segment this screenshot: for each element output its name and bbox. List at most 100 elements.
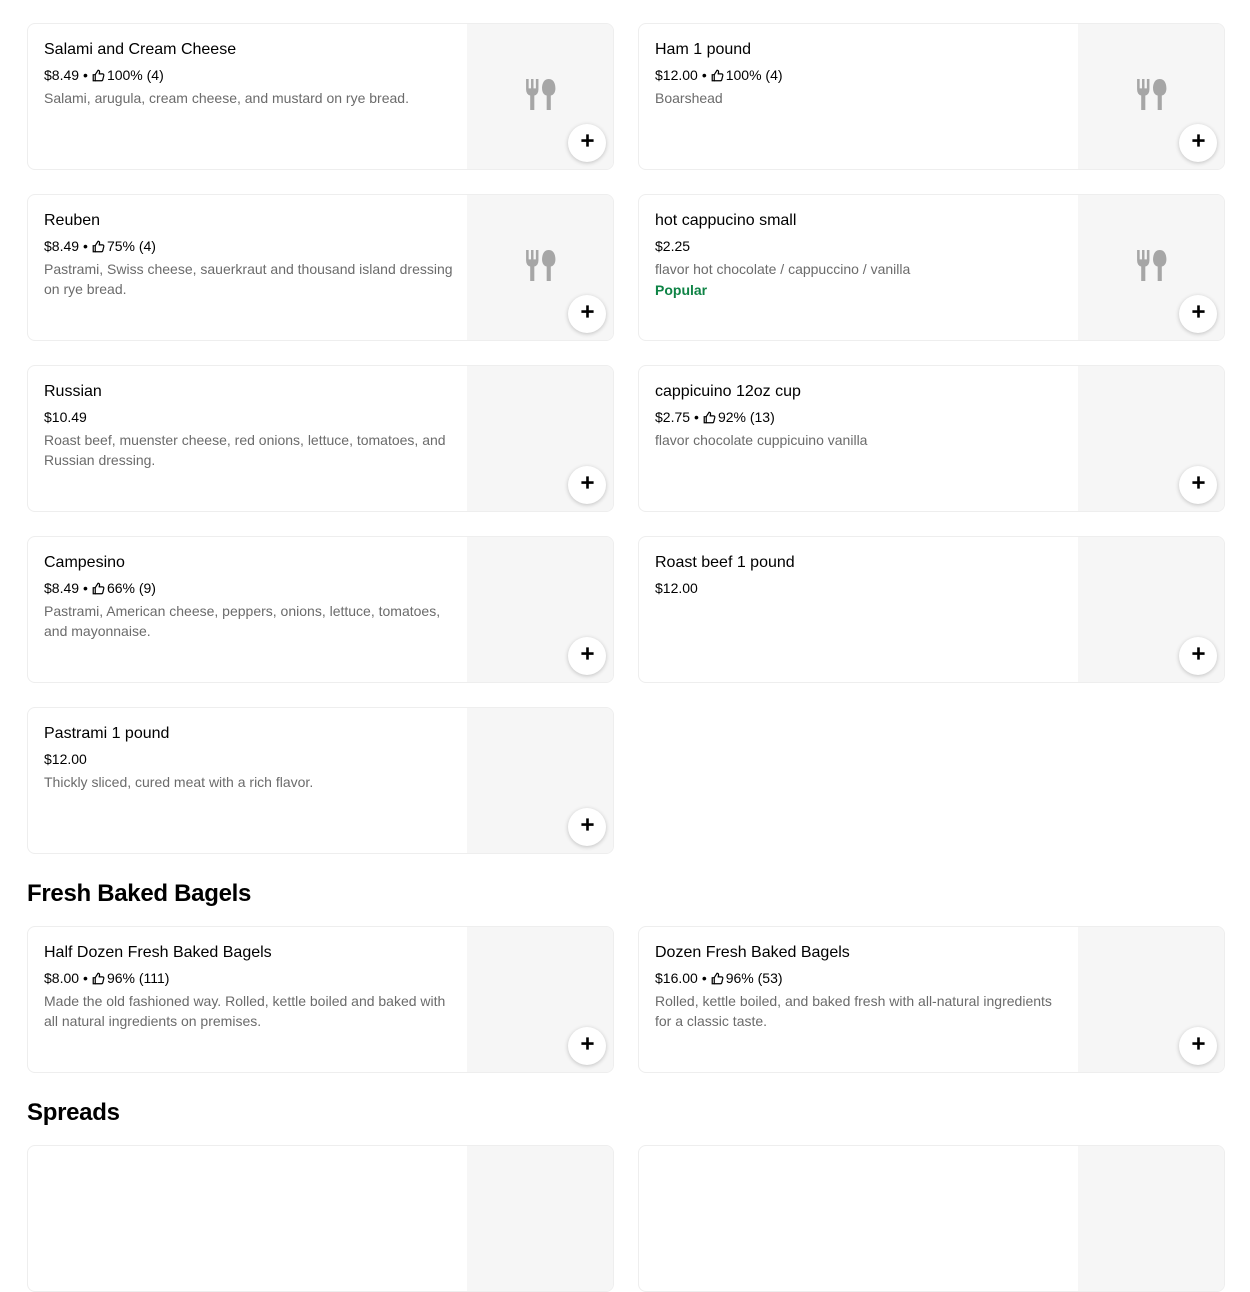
plus-icon <box>1191 1036 1206 1056</box>
item-title: cappicuino 12oz cup <box>655 383 801 400</box>
fork-knife-icon <box>1135 248 1168 288</box>
item-price: $8.49 <box>44 67 80 83</box>
menu-item-card[interactable]: Russian $10.49 Roast beef, muenster chee… <box>27 365 614 512</box>
plus-icon <box>580 304 595 324</box>
menu-item-card[interactable]: cappicuino 12oz cup $2.75 • 92% (13) fla… <box>638 365 1225 512</box>
item-rating: 96% (111) <box>106 970 170 986</box>
add-to-cart-button[interactable] <box>568 637 606 675</box>
menu-item-card[interactable]: Salami and Cream Cheese $8.49 • 100% (4)… <box>27 23 614 170</box>
item-description: Pastrami, American cheese, peppers, onio… <box>44 603 441 639</box>
add-to-cart-button[interactable] <box>568 808 606 846</box>
section-heading-spreads: Spreads <box>27 1099 120 1126</box>
item-price: $12.00 <box>44 751 87 767</box>
add-to-cart-button[interactable] <box>1179 295 1217 333</box>
add-to-cart-button[interactable] <box>1179 124 1217 162</box>
bagels-item-grid: Half Dozen Fresh Baked Bagels $8.00 • 96… <box>27 926 1225 1073</box>
menu-item-card[interactable] <box>638 1145 1225 1292</box>
item-title: Reuben <box>44 212 101 229</box>
item-meta: $8.49 • 100% (4) <box>44 67 164 83</box>
item-price: $2.75 <box>655 409 691 425</box>
thumbs-up-icon <box>92 240 105 253</box>
item-title: hot cappucino small <box>655 212 797 229</box>
item-description: flavor chocolate cuppicuino vanilla <box>655 432 868 448</box>
item-rating: 100% (4) <box>106 67 164 83</box>
add-to-cart-button[interactable] <box>1179 1027 1217 1065</box>
item-meta: $12.00 <box>44 750 454 768</box>
item-title: Salami and Cream Cheese <box>44 41 237 58</box>
item-meta: $8.49 • 75% (4) <box>44 238 156 254</box>
item-price: $16.00 <box>655 970 698 986</box>
plus-icon <box>580 817 595 837</box>
thumbs-up-icon <box>711 69 724 82</box>
thumbs-up-icon <box>711 972 724 985</box>
item-price: $10.49 <box>44 409 87 425</box>
item-meta: $8.00 • 96% (111) <box>44 970 170 986</box>
item-meta: $10.49 <box>44 408 454 426</box>
fork-knife-icon <box>524 248 557 288</box>
section-heading-bagels: Fresh Baked Bagels <box>27 880 252 907</box>
item-description: Boarshead <box>655 90 723 106</box>
item-description: flavor hot chocolate / cappuccino / vani… <box>655 261 911 277</box>
fork-knife-icon <box>524 77 557 117</box>
add-to-cart-button[interactable] <box>568 466 606 504</box>
item-description: Made the old fashioned way. Rolled, kett… <box>44 993 446 1029</box>
item-title: Russian <box>44 383 102 400</box>
plus-icon <box>1191 304 1206 324</box>
add-to-cart-button[interactable] <box>568 1027 606 1065</box>
item-title: Roast beef 1 pound <box>655 554 795 571</box>
menu-item-grid: Salami and Cream Cheese $8.49 • 100% (4)… <box>27 23 1225 854</box>
item-meta: $12.00 <box>655 579 1065 597</box>
plus-icon <box>580 1036 595 1056</box>
plus-icon <box>1191 133 1206 153</box>
item-description: Roast beef, muenster cheese, red onions,… <box>44 432 446 468</box>
menu-item-card[interactable]: Dozen Fresh Baked Bagels $16.00 • 96% (5… <box>638 926 1225 1073</box>
menu-item-card[interactable]: Ham 1 pound $12.00 • 100% (4) Boarshead <box>638 23 1225 170</box>
add-to-cart-button[interactable] <box>1179 466 1217 504</box>
item-rating: 100% (4) <box>725 67 783 83</box>
menu-item-card[interactable]: Half Dozen Fresh Baked Bagels $8.00 • 96… <box>27 926 614 1073</box>
plus-icon <box>1191 475 1206 495</box>
item-description: Salami, arugula, cream cheese, and musta… <box>44 90 409 106</box>
menu-item-card[interactable]: Pastrami 1 pound $12.00 Thickly sliced, … <box>27 707 614 854</box>
item-rating: 66% (9) <box>106 580 156 596</box>
item-meta: $8.49 • 66% (9) <box>44 580 156 596</box>
thumbs-up-icon <box>92 972 105 985</box>
menu-item-card[interactable] <box>27 1145 614 1292</box>
item-meta: $2.25 <box>655 237 1065 255</box>
thumbs-up-icon <box>703 411 716 424</box>
item-description: Rolled, kettle boiled, and baked fresh w… <box>655 993 1052 1029</box>
item-price: $8.00 <box>44 970 80 986</box>
add-to-cart-button[interactable] <box>1179 637 1217 675</box>
add-to-cart-button[interactable] <box>568 124 606 162</box>
item-image-placeholder <box>467 1146 613 1291</box>
item-price: $12.00 <box>655 580 698 596</box>
item-title: Half Dozen Fresh Baked Bagels <box>44 944 272 961</box>
thumbs-up-icon <box>92 69 105 82</box>
item-title: Campesino <box>44 554 125 571</box>
plus-icon <box>580 133 595 153</box>
menu-item-card[interactable]: Reuben $8.49 • 75% (4) Pastrami, Swiss c… <box>27 194 614 341</box>
item-description: Thickly sliced, cured meat with a rich f… <box>44 774 314 790</box>
fork-knife-icon <box>1135 77 1168 117</box>
menu-item-card[interactable]: Campesino $8.49 • 66% (9) Pastrami, Amer… <box>27 536 614 683</box>
plus-icon <box>580 646 595 666</box>
spreads-item-grid <box>27 1145 1225 1292</box>
plus-icon <box>1191 646 1206 666</box>
item-description: Pastrami, Swiss cheese, sauerkraut and t… <box>44 261 453 297</box>
plus-icon <box>580 475 595 495</box>
item-title: Pastrami 1 pound <box>44 725 170 742</box>
add-to-cart-button[interactable] <box>568 295 606 333</box>
menu-item-card[interactable]: hot cappucino small $2.25 flavor hot cho… <box>638 194 1225 341</box>
item-image-placeholder <box>1078 1146 1224 1291</box>
item-rating: 92% (13) <box>717 409 775 425</box>
thumbs-up-icon <box>92 582 105 595</box>
item-meta: $2.75 • 92% (13) <box>655 409 775 425</box>
item-price: $12.00 <box>655 67 698 83</box>
menu-item-card[interactable]: Roast beef 1 pound $12.00 <box>638 536 1225 683</box>
item-title: Dozen Fresh Baked Bagels <box>655 944 850 961</box>
item-meta: $12.00 • 100% (4) <box>655 67 783 83</box>
item-rating: 75% (4) <box>106 238 156 254</box>
item-price: $2.25 <box>655 238 691 254</box>
item-price: $8.49 <box>44 580 80 596</box>
item-meta: $16.00 • 96% (53) <box>655 970 783 986</box>
